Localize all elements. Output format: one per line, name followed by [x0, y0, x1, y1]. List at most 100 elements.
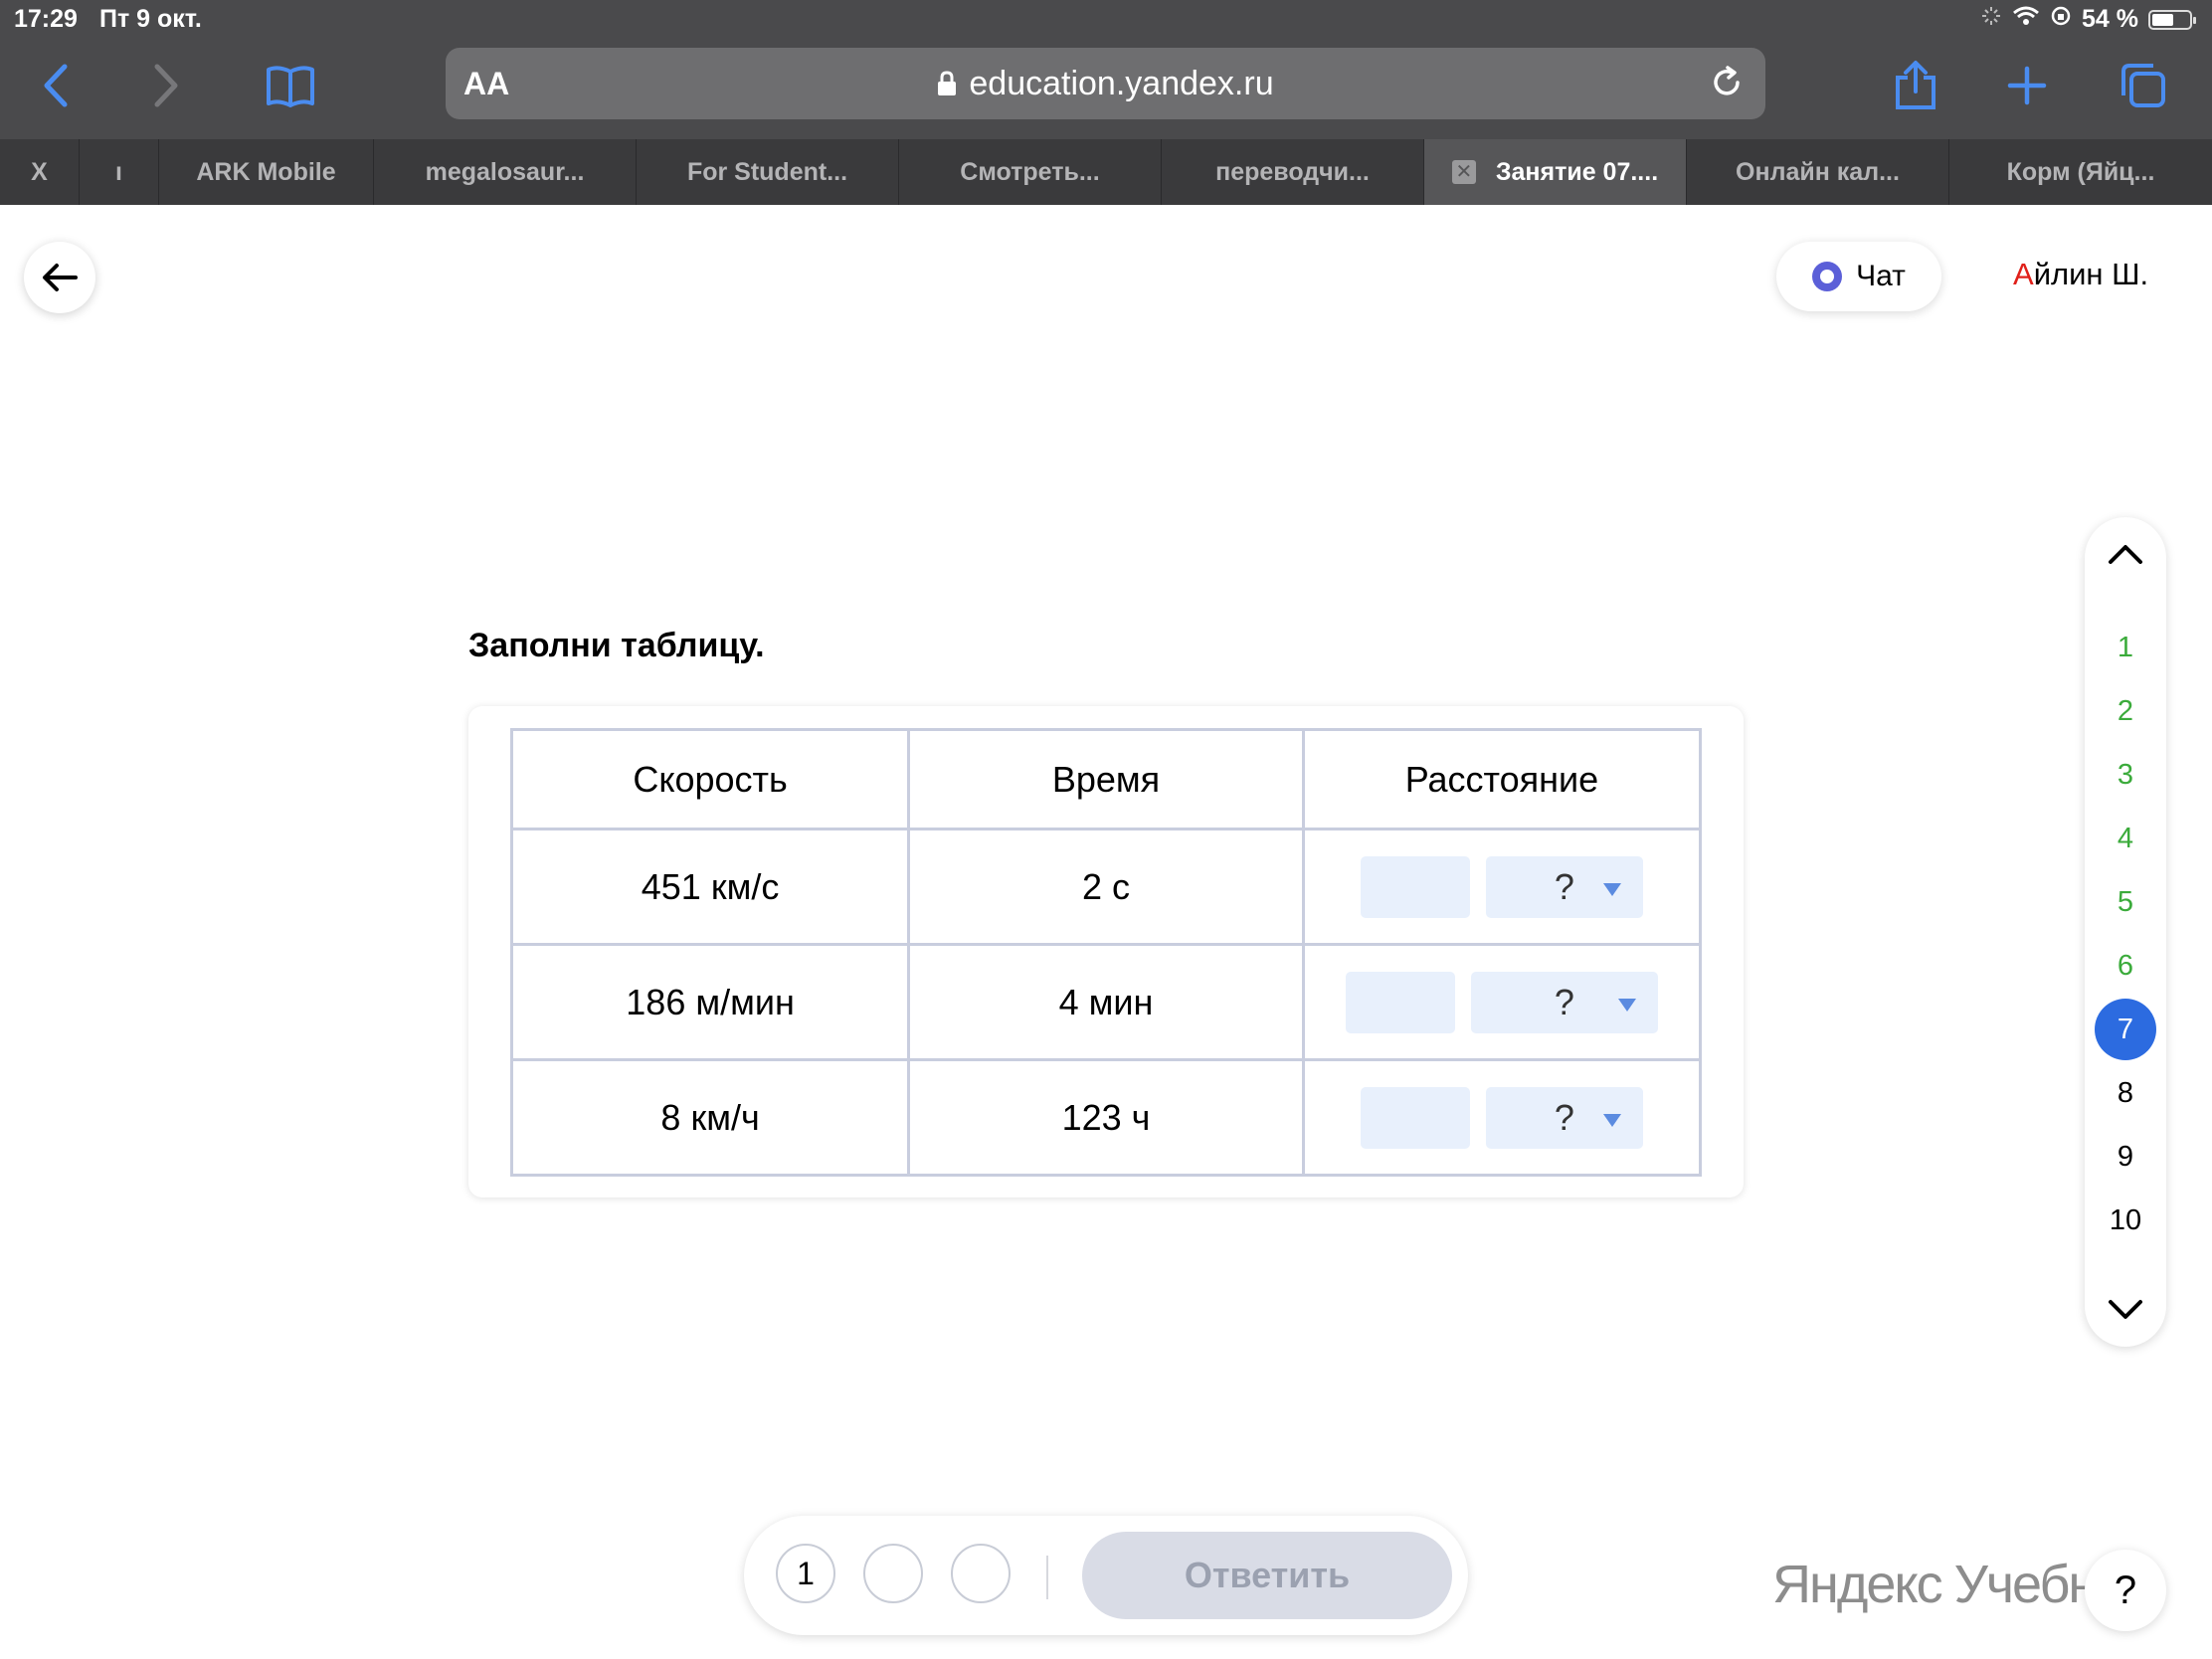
- chevron-down-icon: [2109, 1300, 2142, 1319]
- unit-select[interactable]: ?: [1485, 855, 1643, 918]
- unit-select-value: ?: [1554, 981, 1574, 1022]
- tab-smotret[interactable]: Смотреть...: [899, 139, 1162, 205]
- answer-bar: 1 Ответить: [744, 1516, 1468, 1635]
- speed-table: Скорость Время Расстояние 451 км/с 2 с ?…: [509, 728, 1703, 1177]
- tab-strip: Х ı ARK Mobile megalosaur... For Student…: [0, 139, 2212, 205]
- tab-label: For Student...: [686, 157, 848, 186]
- arrow-left-icon: [43, 264, 78, 291]
- plus-icon: [2007, 66, 2047, 105]
- unit-select[interactable]: ?: [1485, 1086, 1643, 1149]
- time-cell: 2 с: [907, 828, 1305, 946]
- submit-answer-button[interactable]: Ответить: [1082, 1532, 1452, 1619]
- back-nav-button[interactable]: [26, 56, 86, 115]
- task-number-8[interactable]: 8: [2095, 1062, 2156, 1124]
- table-row: 8 км/ч 123 ч ?: [509, 1058, 1703, 1177]
- chat-label: Чат: [1856, 260, 1906, 292]
- bookmarks-button[interactable]: [261, 56, 320, 115]
- time-cell: 4 мин: [907, 943, 1305, 1061]
- distance-cell: ?: [1301, 828, 1703, 946]
- column-header: Расстояние: [1301, 728, 1703, 830]
- tab-fragment-icon: ı: [115, 157, 122, 186]
- speed-cell: 451 км/с: [509, 828, 911, 946]
- share-button[interactable]: [1886, 56, 1945, 115]
- attempt-indicator-2: [863, 1544, 923, 1603]
- url-display: education.yandex.ru: [446, 65, 1765, 105]
- time-cell: 123 ч: [907, 1058, 1305, 1177]
- nav-down-button[interactable]: [2085, 1299, 2166, 1321]
- tab-hidden-2[interactable]: ı: [80, 139, 159, 205]
- address-bar[interactable]: AA education.yandex.ru: [446, 48, 1765, 119]
- dropdown-arrow-icon: [1602, 882, 1621, 896]
- task-number-1[interactable]: 1: [2095, 617, 2156, 678]
- tab-label: ARK Mobile: [196, 157, 336, 186]
- book-icon: [267, 66, 314, 107]
- signal-icon: [1980, 5, 2002, 34]
- tab-label: Смотреть...: [960, 157, 1100, 186]
- status-indicators: 54 %: [1980, 5, 2196, 34]
- task-number-2[interactable]: 2: [2095, 680, 2156, 742]
- task-number-9[interactable]: 9: [2095, 1126, 2156, 1188]
- tab-megalosaur[interactable]: megalosaur...: [374, 139, 637, 205]
- tab-ark-mobile[interactable]: ARK Mobile: [159, 139, 374, 205]
- close-icon[interactable]: ✕: [1451, 160, 1476, 184]
- user-name[interactable]: Айлин Ш.: [2013, 257, 2148, 292]
- tab-label: megalosaur...: [425, 157, 585, 186]
- distance-input[interactable]: [1360, 1086, 1470, 1149]
- dropdown-arrow-icon: [1602, 1113, 1621, 1127]
- task-number-7-current[interactable]: 7: [2095, 999, 2156, 1060]
- status-bar: 17:29 Пт 9 окт. 54 %: [0, 0, 2212, 40]
- status-date: Пт 9 окт.: [99, 5, 202, 33]
- page-back-button[interactable]: [24, 242, 95, 313]
- task-number-6[interactable]: 6: [2095, 935, 2156, 997]
- tabs-overview-button[interactable]: [2113, 56, 2172, 115]
- unit-select-value: ?: [1554, 865, 1574, 907]
- distance-cell: ?: [1301, 1058, 1703, 1177]
- tab-online-calc[interactable]: Онлайн кал...: [1687, 139, 1949, 205]
- task-number-3[interactable]: 3: [2095, 744, 2156, 806]
- user-name-rest: йлин Ш.: [2033, 257, 2149, 291]
- unit-select[interactable]: ?: [1470, 971, 1658, 1033]
- chevron-left-icon: [44, 64, 68, 107]
- browser-toolbar: AA education.yandex.ru: [0, 40, 2212, 139]
- chevron-right-icon: [154, 64, 178, 107]
- tab-label: Занятие 07....: [1495, 157, 1659, 186]
- table-row: 186 м/мин 4 мин ?: [509, 943, 1703, 1061]
- task-number-4[interactable]: 4: [2095, 808, 2156, 869]
- chevron-up-icon: [2109, 545, 2142, 564]
- tab-for-student[interactable]: For Student...: [637, 139, 899, 205]
- tabs-icon: [2121, 64, 2165, 107]
- distance-input[interactable]: [1360, 855, 1470, 918]
- help-button[interactable]: ?: [2085, 1550, 2166, 1631]
- chat-button[interactable]: Чат: [1776, 242, 1941, 311]
- speed-cell: 8 км/ч: [509, 1058, 911, 1177]
- battery-percent: 54 %: [2082, 5, 2138, 33]
- unit-select-value: ?: [1554, 1096, 1574, 1138]
- column-header: Скорость: [509, 728, 911, 830]
- task-number-10[interactable]: 10: [2095, 1190, 2156, 1251]
- tab-label: Онлайн кал...: [1736, 157, 1900, 186]
- tab-label: Корм (Яйц...: [2006, 157, 2155, 186]
- distance-cell: ?: [1301, 943, 1703, 1061]
- column-header: Время: [907, 728, 1305, 830]
- dropdown-arrow-icon: [1617, 998, 1636, 1012]
- battery-icon: [2148, 9, 2196, 30]
- task-card: Скорость Время Расстояние 451 км/с 2 с ?…: [468, 706, 1744, 1198]
- attempt-indicator-3: [951, 1544, 1011, 1603]
- tab-hidden-1[interactable]: Х: [0, 139, 80, 205]
- wifi-icon: [2012, 5, 2040, 34]
- distance-input[interactable]: [1345, 971, 1455, 1033]
- tab-korm[interactable]: Корм (Яйц...: [1949, 139, 2212, 205]
- forward-nav-button[interactable]: [136, 56, 196, 115]
- new-tab-button[interactable]: [1997, 56, 2057, 115]
- task-number-5[interactable]: 5: [2095, 871, 2156, 933]
- tab-perevodchik[interactable]: переводчи...: [1162, 139, 1424, 205]
- divider: [1046, 1556, 1048, 1599]
- reload-icon[interactable]: [1708, 64, 1746, 106]
- tab-zanyatie-active[interactable]: ✕ Занятие 07....: [1424, 139, 1687, 205]
- share-icon: [1896, 61, 1936, 109]
- nav-up-button[interactable]: [2085, 543, 2166, 565]
- orientation-lock-icon: [2050, 5, 2072, 34]
- lock-icon: [937, 67, 957, 105]
- tab-label: переводчи...: [1215, 157, 1370, 186]
- attempt-indicator-1: 1: [776, 1544, 835, 1603]
